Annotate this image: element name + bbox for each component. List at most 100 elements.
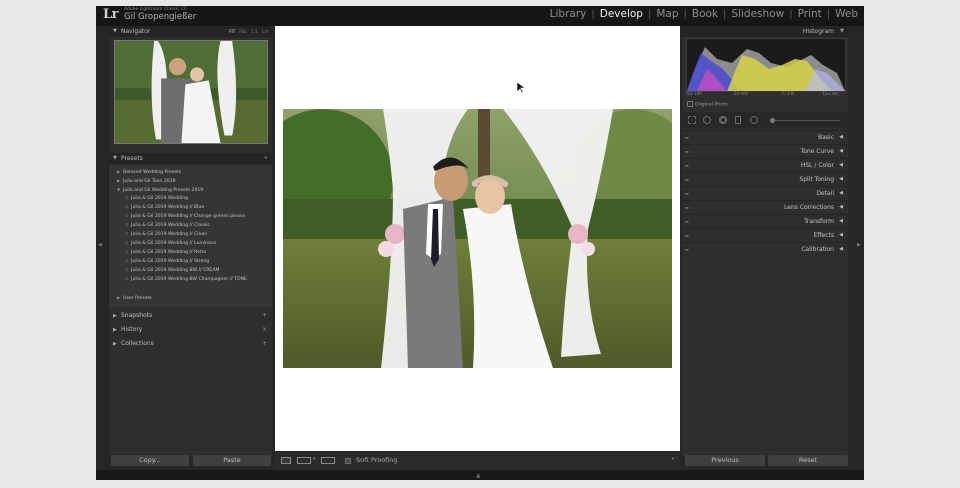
section-toggle-icon[interactable]: ▬ [685, 173, 689, 186]
graduated-filter-icon[interactable] [735, 116, 741, 124]
wedding-photo[interactable] [283, 109, 672, 368]
module-picker: Library | Develop | Map | Book | Slidesh… [549, 8, 859, 20]
section-toggle-icon[interactable]: ▬ [685, 145, 689, 158]
preset-item[interactable]: ▫ Julia & Gil 2019 Wedding // Change gree… [125, 214, 245, 219]
section-toggle-icon[interactable]: ▬ [685, 229, 689, 242]
radial-filter-icon[interactable] [750, 116, 758, 124]
section-collapsed-icon: ◀ [839, 204, 843, 210]
collections-header[interactable]: ▶ Collections + [109, 338, 272, 350]
presets-header[interactable]: ▼ Presets + [109, 153, 272, 164]
section-toggle-icon[interactable]: ▬ [685, 201, 689, 214]
preset-icon: ▫ [125, 259, 129, 264]
left-panel-toggle-icon[interactable]: ◀ [98, 242, 102, 248]
section-toggle-icon[interactable]: ▬ [685, 131, 689, 144]
zoom-fit[interactable]: FIT [229, 26, 235, 37]
preset-item[interactable]: ▫ Julia & Gil 2019 Wedding // Blue [125, 205, 204, 210]
reset-button[interactable]: Reset [768, 455, 848, 466]
history-header[interactable]: ▶ History × [109, 324, 272, 336]
add-collection-icon[interactable]: + [262, 338, 267, 350]
navigator-header[interactable]: ▼ Navigator FIT FILL 1:1 1:4 [109, 26, 272, 37]
brush-slider-track[interactable] [770, 120, 840, 121]
module-web[interactable]: Web [834, 8, 859, 20]
section-collapsed-icon: ◀ [839, 246, 843, 252]
section-calibration[interactable]: ▬ Calibration ◀ [682, 242, 848, 256]
section-effects[interactable]: ▬ Effects ◀ [682, 228, 848, 242]
toolbar-menu-icon[interactable]: ▾ [671, 456, 674, 462]
section-collapsed-icon: ◀ [839, 176, 843, 182]
section-toggle-icon[interactable]: ▬ [685, 243, 689, 256]
section-basic[interactable]: ▬ Basic ◀ [682, 130, 848, 144]
red-eye-icon[interactable] [719, 116, 727, 124]
preset-label: Julia & Gil 2019 Wedding // Blue [131, 205, 205, 210]
preset-item[interactable]: ▫ Julia & Gil 2019 Wedding BW // CREAM [125, 268, 219, 273]
crop-tool-icon[interactable] [688, 116, 696, 124]
collections-title: Collections [121, 340, 154, 347]
brush-slider-knob[interactable] [770, 118, 775, 123]
preset-folder-open[interactable]: ▼ Julia and Gil Wedding Presets 2019 [117, 187, 203, 193]
swap-before-after-icon[interactable] [321, 457, 335, 464]
preset-folder-label: Julia and Gil Wedding Presets 2019 [123, 188, 204, 193]
preset-folder[interactable]: ▶ Julia and Gil Toon 2019 [117, 178, 176, 184]
section-label: HSL / Color [800, 162, 834, 169]
soft-proofing-checkbox[interactable] [345, 458, 351, 464]
preset-folder-label: Julia and Gil Toon 2019 [123, 179, 176, 184]
snapshots-header[interactable]: ▶ Snapshots + [109, 310, 272, 322]
section-detail[interactable]: ▬ Detail ◀ [682, 186, 848, 200]
previous-button[interactable]: Previous [685, 455, 765, 466]
section-split-toning[interactable]: ▬ Split Toning ◀ [682, 172, 848, 186]
spot-removal-icon[interactable] [703, 116, 711, 124]
section-hsl-color[interactable]: ▬ HSL / Color ◀ [682, 158, 848, 172]
exif-info: ISO 100 24 mm f / 2.8 1/₂₅₀ sec [686, 90, 844, 98]
image-canvas[interactable] [275, 26, 680, 451]
module-map[interactable]: Map [655, 8, 679, 20]
module-slideshow[interactable]: Slideshow [730, 8, 785, 20]
add-preset-icon[interactable]: + [264, 153, 268, 164]
module-separator: | [723, 8, 727, 20]
center-toolbar: ▾ Soft Proofing ▾ [275, 453, 680, 470]
zoom-1-4[interactable]: 1:4 [262, 26, 268, 37]
module-print[interactable]: Print [797, 8, 823, 20]
section-toggle-icon[interactable]: ▬ [685, 159, 689, 172]
copy-button[interactable]: Copy... [111, 455, 189, 466]
histogram-header[interactable]: Histogram ▼ [682, 26, 848, 37]
preset-item[interactable]: ▫ Julia & Gil 2019 Wedding // Clean [125, 232, 207, 237]
original-photo-toggle[interactable]: Original Photo [687, 101, 728, 108]
preset-item[interactable]: ▫ Julia & Gil 2019 Wedding [125, 196, 188, 201]
dropdown-arrow-icon[interactable]: ▾ [313, 456, 316, 462]
navigator-preview[interactable] [114, 40, 268, 144]
preset-label: Julia & Gil 2019 Wedding // Retro [131, 250, 207, 255]
collapse-triangle-icon: ▼ [113, 155, 117, 161]
paste-button[interactable]: Paste [193, 455, 271, 466]
preset-icon: ▫ [125, 223, 129, 228]
folder-collapsed-icon: ▶ [117, 295, 121, 300]
preset-item[interactable]: ▫ Julia & Gil 2019 Wedding BW Champagner … [125, 277, 247, 282]
section-tone-curve[interactable]: ▬ Tone Curve ◀ [682, 144, 848, 158]
section-transform[interactable]: ▬ Transform ◀ [682, 214, 848, 228]
preset-folder[interactable]: ▶ Beloved Wedding Presets [117, 169, 181, 175]
module-library[interactable]: Library [549, 8, 588, 20]
section-lens-corrections[interactable]: ▬ Lens Corrections ◀ [682, 200, 848, 214]
expand-triangle-icon: ▶ [113, 327, 117, 333]
add-snapshot-icon[interactable]: + [262, 310, 267, 322]
loupe-view-icon[interactable] [281, 457, 291, 464]
filmstrip-toggle-icon[interactable]: ▲ [476, 472, 481, 479]
section-toggle-icon[interactable]: ▬ [685, 215, 689, 228]
section-label: Effects [813, 232, 834, 239]
lightroom-window: Lr Adobe Lightroom Classic CC Gil Gropen… [96, 6, 864, 480]
before-after-icon[interactable] [297, 457, 311, 464]
module-develop[interactable]: Develop [599, 8, 644, 20]
module-book[interactable]: Book [691, 8, 719, 20]
zoom-fill[interactable]: FILL [239, 26, 247, 37]
user-name: Gil Gropengießer [124, 12, 197, 22]
preset-item[interactable]: ▫ Julia & Gil 2019 Wedding // Luminous [125, 241, 216, 246]
preset-item[interactable]: ▫ Julia & Gil 2019 Wedding // Classic [125, 223, 210, 228]
preset-folder[interactable]: ▶ User Presets [117, 295, 152, 301]
preset-item[interactable]: ▫ Julia & Gil 2019 Wedding // Strong [125, 259, 209, 264]
clear-history-icon[interactable]: × [262, 324, 267, 336]
histogram-graph[interactable] [686, 38, 846, 92]
right-panel-toggle-icon[interactable]: ▶ [857, 242, 861, 248]
section-toggle-icon[interactable]: ▬ [685, 187, 689, 200]
preset-item[interactable]: ▫ Julia & Gil 2019 Wedding // Retro [125, 250, 206, 255]
collapse-triangle-icon: ▼ [840, 28, 844, 34]
zoom-1-1[interactable]: 1:1 [251, 26, 257, 37]
